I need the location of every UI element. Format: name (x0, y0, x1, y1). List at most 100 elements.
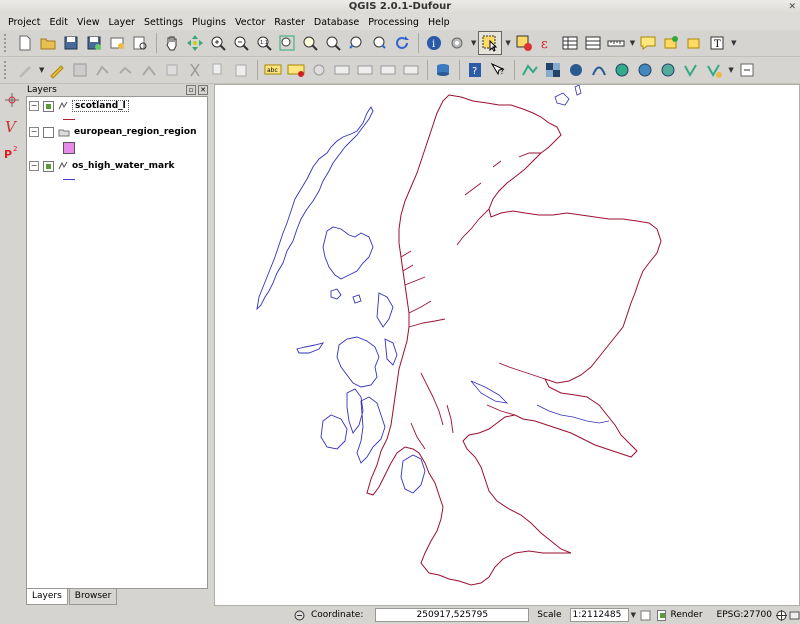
add-raster-layer-icon[interactable] (542, 59, 564, 81)
render-checkbox[interactable] (656, 609, 667, 621)
label-icon[interactable]: abc (262, 59, 284, 81)
add-wms-layer-icon[interactable] (611, 59, 633, 81)
coordinate-field[interactable]: 250917,525795 (375, 608, 530, 622)
toolbar-grip[interactable] (4, 34, 10, 52)
toolbar-grip-2[interactable] (4, 61, 10, 79)
annotation-dropdown-icon[interactable]: ▼ (731, 39, 736, 47)
map-canvas[interactable] (214, 84, 800, 606)
save-edits-icon[interactable] (69, 59, 91, 81)
layer-visibility-checkbox[interactable] (43, 126, 54, 138)
deselect-icon[interactable] (513, 32, 535, 54)
tab-layers[interactable]: Layers (26, 589, 68, 605)
add-feature-icon[interactable] (92, 59, 114, 81)
add-spatialite-layer-icon[interactable] (588, 59, 610, 81)
edits-dropdown-icon[interactable]: ▼ (39, 66, 44, 74)
menu-plugins[interactable]: Plugins (192, 17, 226, 28)
remove-layer-icon[interactable] (736, 59, 758, 81)
select-by-expression-icon[interactable]: ε (536, 32, 558, 54)
text-annotation-icon[interactable]: T (706, 32, 728, 54)
refresh-icon[interactable] (391, 32, 413, 54)
layer-row-european-region[interactable]: − european_region_region (29, 125, 196, 139)
identify-icon[interactable]: i (423, 32, 445, 54)
p2-icon[interactable]: P2 (2, 142, 22, 162)
crs-status-icon[interactable] (776, 609, 787, 621)
help-contents-icon[interactable]: ? (464, 59, 486, 81)
menu-raster[interactable]: Raster (274, 17, 305, 28)
zoom-to-selection-icon[interactable] (322, 32, 344, 54)
float-panel-icon[interactable]: ▫ (186, 85, 196, 95)
db-manager-icon[interactable] (432, 59, 454, 81)
menu-view[interactable]: View (77, 17, 100, 28)
toggle-extents-icon[interactable] (294, 609, 305, 621)
messages-icon[interactable] (789, 609, 800, 621)
collapse-icon[interactable]: − (29, 127, 39, 137)
add-delimited-text-icon[interactable] (680, 59, 702, 81)
zoom-native-icon[interactable]: 1:1 (253, 32, 275, 54)
show-hide-labels-icon[interactable] (331, 59, 353, 81)
layer-visibility-checkbox[interactable] (43, 100, 54, 112)
new-project-icon[interactable] (14, 32, 36, 54)
menu-settings[interactable]: Settings (144, 17, 183, 28)
zoom-to-layer-icon[interactable] (299, 32, 321, 54)
cut-features-icon[interactable] (184, 59, 206, 81)
whats-this-icon[interactable]: ? (487, 59, 509, 81)
show-bookmarks-icon[interactable] (683, 32, 705, 54)
pin-labels-icon[interactable] (308, 59, 330, 81)
new-layer-dropdown-icon[interactable]: ▼ (728, 66, 733, 74)
new-bookmark-icon[interactable] (660, 32, 682, 54)
menu-project[interactable]: Project (8, 17, 41, 28)
add-vector-layer-icon[interactable] (519, 59, 541, 81)
add-wcs-layer-icon[interactable] (634, 59, 656, 81)
menu-processing[interactable]: Processing (368, 17, 419, 28)
menu-database[interactable]: Database (314, 17, 359, 28)
layer-name[interactable]: scotland_l (72, 100, 129, 112)
composer-manager-icon[interactable] (129, 32, 151, 54)
save-as-icon[interactable] (83, 32, 105, 54)
stop-render-icon[interactable] (640, 609, 651, 621)
zoom-full-icon[interactable] (276, 32, 298, 54)
zoom-next-icon[interactable] (368, 32, 390, 54)
collapse-icon[interactable]: − (29, 101, 39, 111)
zoom-in-icon[interactable] (207, 32, 229, 54)
move-feature-icon[interactable] (115, 59, 137, 81)
tab-browser[interactable]: Browser (68, 589, 118, 605)
collapse-icon[interactable]: − (29, 161, 39, 171)
current-edits-icon[interactable] (14, 59, 36, 81)
menu-layer[interactable]: Layer (108, 17, 135, 28)
measure-dropdown-icon[interactable]: ▼ (630, 39, 635, 47)
measure-icon[interactable] (605, 32, 627, 54)
map-tips-icon[interactable] (637, 32, 659, 54)
layer-name[interactable]: european_region_region (74, 127, 196, 137)
rotate-label-icon[interactable] (377, 59, 399, 81)
vector-v-icon[interactable]: V (2, 116, 22, 136)
add-wfs-layer-icon[interactable] (657, 59, 679, 81)
field-calculator-icon[interactable] (582, 32, 604, 54)
paste-features-icon[interactable] (230, 59, 252, 81)
zoom-last-icon[interactable] (345, 32, 367, 54)
change-label-icon[interactable] (400, 59, 422, 81)
close-window-icon[interactable]: ✕ (788, 0, 796, 14)
layer-labeling-icon[interactable] (285, 59, 307, 81)
select-dropdown-icon[interactable]: ▼ (505, 39, 510, 47)
open-project-icon[interactable] (37, 32, 59, 54)
node-tool-icon[interactable] (138, 59, 160, 81)
select-features-icon[interactable] (478, 31, 503, 55)
attribute-table-icon[interactable] (559, 32, 581, 54)
menu-vector[interactable]: Vector (235, 17, 265, 28)
crs-label[interactable]: EPSG:27700 (717, 610, 772, 620)
layer-row-os-high-water-mark[interactable]: − os_high_water_mark (29, 159, 175, 173)
save-project-icon[interactable] (60, 32, 82, 54)
layer-row-scotland-l[interactable]: − scotland_l (29, 99, 129, 113)
add-postgis-layer-icon[interactable] (565, 59, 587, 81)
layer-name[interactable]: os_high_water_mark (72, 161, 175, 171)
pan-to-selection-icon[interactable] (184, 32, 206, 54)
layer-visibility-checkbox[interactable] (43, 160, 54, 172)
action-dropdown-icon[interactable]: ▼ (471, 39, 476, 47)
toggle-editing-icon[interactable] (46, 59, 68, 81)
scale-dropdown-icon[interactable]: ▼ (631, 611, 636, 619)
menu-help[interactable]: Help (428, 17, 450, 28)
copy-features-icon[interactable] (207, 59, 229, 81)
move-label-icon[interactable] (354, 59, 376, 81)
zoom-out-icon[interactable] (230, 32, 252, 54)
pan-hand-icon[interactable] (161, 32, 183, 54)
